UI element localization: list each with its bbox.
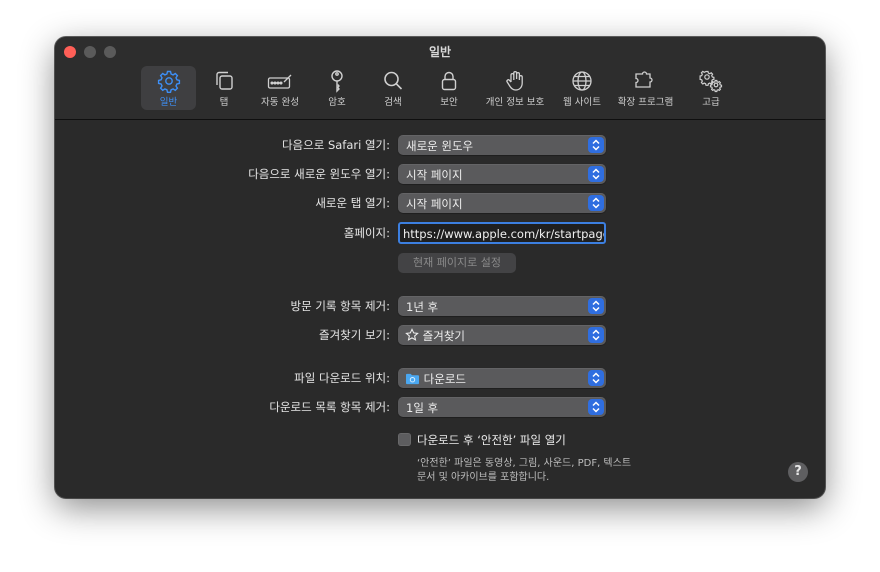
new-window-value: 시작 페이지 bbox=[406, 168, 463, 182]
globe-icon bbox=[569, 69, 595, 93]
tab-autofill-label: 자동 완성 bbox=[261, 97, 299, 108]
tab-search-label: 검색 bbox=[384, 97, 402, 108]
safe-files-description-line1: ‘안전한’ 파일은 동영상, 그림, 사운드, PDF, 텍스트 bbox=[417, 458, 632, 469]
tab-security-label: 보안 bbox=[440, 97, 458, 108]
homepage-field[interactable]: https://www.apple.com/kr/startpage/ bbox=[398, 222, 606, 244]
chevron-updown-icon bbox=[588, 399, 604, 415]
new-tab-label: 새로운 탭 열기: bbox=[315, 196, 390, 210]
folder-icon bbox=[406, 373, 419, 385]
tabs-icon bbox=[211, 69, 237, 93]
remove-downloads-value: 1일 후 bbox=[406, 401, 439, 415]
favorites-value: 즐겨찾기 bbox=[422, 329, 465, 343]
toolbar: 일반 일반 탭 자동 완성 암호 검색 보안 개인 정보 보호 웹 사이트 확장… bbox=[55, 37, 825, 120]
safe-files-description-line2: 문서 및 아카이브를 포함합니다. bbox=[417, 472, 550, 483]
tab-tabs-label: 탭 bbox=[219, 97, 229, 108]
download-location-label: 파일 다운로드 위치: bbox=[294, 371, 390, 385]
gears-icon bbox=[698, 69, 724, 93]
search-icon bbox=[380, 69, 406, 93]
chevron-updown-icon bbox=[588, 327, 604, 343]
remove-history-popup[interactable]: 1년 후 bbox=[398, 296, 606, 316]
gear-icon bbox=[156, 69, 182, 93]
tab-privacy-label: 개인 정보 보호 bbox=[485, 97, 545, 108]
new-tab-popup[interactable]: 시작 페이지 bbox=[398, 193, 606, 213]
tab-extensions-label: 확장 프로그램 bbox=[617, 97, 674, 108]
set-current-page-button[interactable]: 현재 페이지로 설정 bbox=[398, 253, 516, 273]
remove-history-value: 1년 후 bbox=[406, 300, 439, 314]
tab-advanced[interactable]: 고급 bbox=[695, 66, 727, 110]
favorites-popup[interactable]: 즐겨찾기 bbox=[398, 325, 606, 345]
remove-downloads-popup[interactable]: 1일 후 bbox=[398, 397, 606, 417]
tab-general-label: 일반 bbox=[159, 97, 178, 108]
tab-privacy[interactable]: 개인 정보 보호 bbox=[481, 66, 549, 110]
key-icon bbox=[324, 69, 350, 93]
chevron-updown-icon bbox=[588, 195, 604, 211]
safari-settings-window: 일반 일반 탭 자동 완성 암호 검색 보안 개인 정보 보호 웹 사이트 확장… bbox=[55, 37, 825, 498]
chevron-updown-icon bbox=[588, 370, 604, 386]
tab-advanced-label: 고급 bbox=[702, 97, 720, 108]
hand-icon bbox=[502, 69, 528, 93]
tab-tabs[interactable]: 탭 bbox=[208, 66, 240, 110]
tab-extensions[interactable]: 확장 프로그램 bbox=[613, 66, 678, 110]
chevron-updown-icon bbox=[588, 166, 604, 182]
open-safari-value: 새로운 윈도우 bbox=[406, 139, 474, 153]
open-safe-files-label: 다운로드 후 ‘안전한’ 파일 열기 bbox=[417, 433, 566, 447]
open-safari-popup[interactable]: 새로운 윈도우 bbox=[398, 135, 606, 155]
help-button[interactable]: ? bbox=[788, 462, 808, 482]
homepage-label: 홈페이지: bbox=[343, 226, 390, 240]
puzzle-icon bbox=[633, 69, 659, 93]
open-safe-files-checkbox[interactable] bbox=[398, 433, 411, 446]
chevron-updown-icon bbox=[588, 137, 604, 153]
lock-icon bbox=[436, 69, 462, 93]
new-window-popup[interactable]: 시작 페이지 bbox=[398, 164, 606, 184]
tab-passwords[interactable]: 암호 bbox=[322, 66, 352, 110]
tab-websites-label: 웹 사이트 bbox=[563, 97, 601, 108]
download-location-popup[interactable]: 다운로드 bbox=[398, 368, 606, 388]
remove-history-label: 방문 기록 항목 제거: bbox=[290, 299, 390, 313]
download-location-value: 다운로드 bbox=[423, 372, 466, 386]
new-window-label: 다음으로 새로운 윈도우 열기: bbox=[248, 167, 390, 181]
tab-websites[interactable]: 웹 사이트 bbox=[558, 66, 606, 110]
window-title: 일반 bbox=[428, 45, 452, 59]
tab-general[interactable]: 일반 bbox=[141, 66, 196, 110]
tab-search[interactable]: 검색 bbox=[378, 66, 408, 110]
remove-downloads-label: 다운로드 목록 항목 제거: bbox=[269, 400, 390, 414]
favorites-label: 즐겨찾기 보기: bbox=[318, 328, 390, 342]
new-tab-value: 시작 페이지 bbox=[406, 197, 463, 211]
autofill-icon bbox=[267, 69, 293, 93]
star-icon bbox=[405, 328, 419, 341]
tab-passwords-label: 암호 bbox=[328, 97, 346, 108]
tab-security[interactable]: 보안 bbox=[434, 66, 464, 110]
open-safari-label: 다음으로 Safari 열기: bbox=[281, 138, 390, 152]
tab-autofill[interactable]: 자동 완성 bbox=[256, 66, 304, 110]
homepage-value: https://www.apple.com/kr/startpage/ bbox=[403, 227, 606, 241]
chevron-updown-icon bbox=[588, 298, 604, 314]
